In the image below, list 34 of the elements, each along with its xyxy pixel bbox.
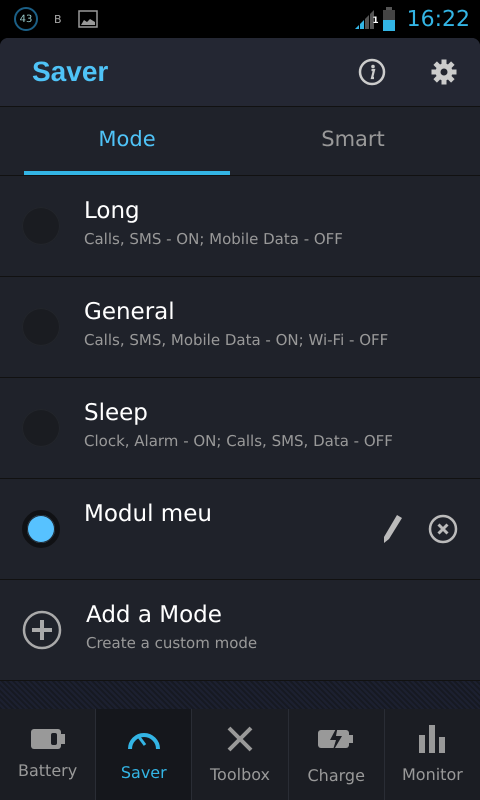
battery-icon [30,729,65,749]
battery-icon [382,7,395,31]
mode-name: Sleep [84,400,149,426]
add-icon[interactable] [22,610,62,650]
mode-name: Long [84,198,141,224]
nav-tab[interactable]: Charge [288,709,385,800]
info-icon[interactable] [358,58,386,86]
mode-row[interactable]: Modul meu [0,479,480,580]
mode-name: General [84,299,176,325]
mode-row[interactable]: General Calls, SMS, Mobile Data - ON; Wi-Fi - OFF [0,277,480,378]
tab[interactable]: Mode [24,107,230,175]
mode-description: Clock, Alarm - ON; Calls, SMS, Data - OFF [84,432,394,450]
tab[interactable]: Smart [250,107,456,175]
settings-icon[interactable] [430,58,458,86]
mode-description: Calls, SMS - ON; Mobile Data - OFF [84,230,344,248]
signal-icon [354,8,376,30]
mode-description: Calls, SMS, Mobile Data - ON; Wi-Fi - OFF [84,331,390,349]
radio-button[interactable] [22,510,60,548]
bar-chart-icon [419,725,446,753]
clock: 16:22 [406,6,470,32]
nav-tab[interactable]: Toolbox [192,709,289,800]
mode-row[interactable]: Sleep Clock, Alarm - ON; Calls, SMS, Data - OFF [0,378,480,479]
nav-tab[interactable]: Saver [96,709,192,800]
notification-badge: 43 [14,7,38,31]
app-title: Saver [32,56,108,88]
mode-name: Add a Mode [86,602,223,628]
delete-icon[interactable] [428,514,458,544]
mode-row[interactable]: Long Calls, SMS - ON; Mobile Data - OFF [0,176,480,277]
image-icon [78,10,98,28]
sim-number: 1 [372,16,379,26]
mode-name: Modul meu [84,501,213,527]
notification-letter: B [54,12,62,26]
nav-tab[interactable]: Monitor [384,709,480,800]
mode-description: Create a custom mode [86,634,258,652]
